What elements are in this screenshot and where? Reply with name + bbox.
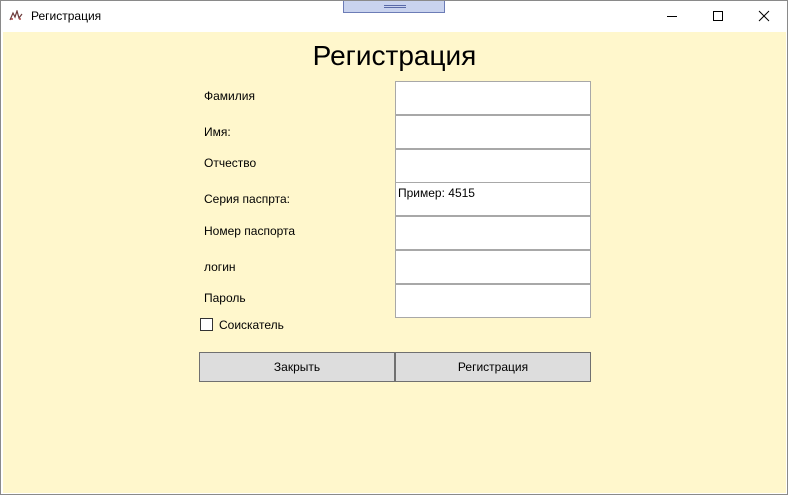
applicant-checkbox[interactable] — [200, 318, 213, 331]
close-window-button[interactable] — [741, 1, 787, 31]
form-area: Регистрация Фамилия Имя: Отчество Серия … — [3, 32, 786, 493]
drag-handle[interactable] — [343, 1, 445, 13]
login-field[interactable] — [395, 250, 591, 284]
app-icon — [9, 10, 23, 21]
minimize-icon — [667, 16, 677, 17]
minimize-button[interactable] — [649, 1, 695, 31]
passport-series-label: Серия паспрта: — [204, 192, 290, 206]
close-button[interactable]: Закрыть — [199, 352, 395, 382]
passport-number-field[interactable] — [395, 216, 591, 250]
patronymic-label: Отчество — [204, 156, 257, 170]
passport-number-label: Номер паспорта — [204, 224, 296, 238]
maximize-icon — [713, 11, 723, 21]
password-label: Пароль — [204, 291, 246, 305]
title-bar[interactable]: Регистрация — [1, 1, 787, 31]
surname-field[interactable] — [395, 81, 591, 115]
passport-series-field[interactable]: Пример: 4515 — [395, 182, 591, 216]
first-name-label: Имя: — [204, 125, 231, 139]
window-title: Регистрация — [31, 9, 102, 23]
registration-window: Регистрация Регистрация Фамилия Имя: Отч… — [0, 0, 788, 495]
login-label: логин — [204, 260, 236, 274]
page-title: Регистрация — [312, 40, 477, 71]
maximize-button[interactable] — [695, 1, 741, 31]
patronymic-field[interactable] — [395, 149, 591, 183]
surname-label: Фамилия — [204, 89, 255, 103]
first-name-field[interactable] — [395, 115, 591, 149]
register-button[interactable]: Регистрация — [395, 352, 591, 382]
password-field[interactable] — [395, 284, 591, 318]
applicant-checkbox-label[interactable]: Соискатель — [219, 318, 284, 332]
grip-icon — [384, 5, 406, 8]
close-icon — [758, 10, 770, 22]
